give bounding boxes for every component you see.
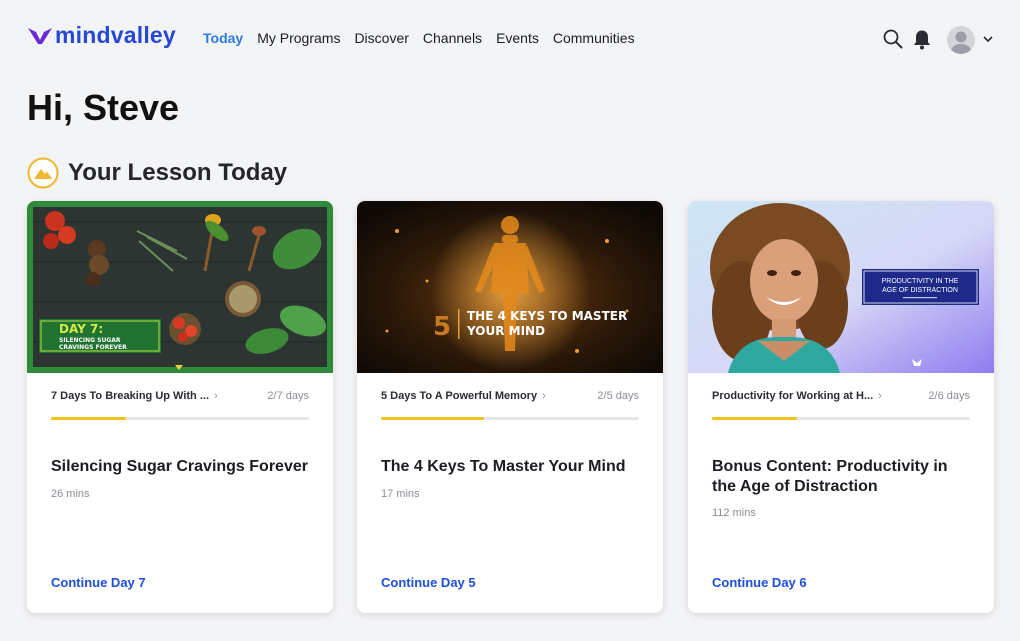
logo-mark-icon	[28, 27, 52, 44]
card-meta: Productivity for Working at H... › 2/6 da…	[712, 390, 970, 406]
search-icon[interactable]	[883, 29, 903, 49]
thumbnail-line-1: PRODUCTIVITY IN THE	[882, 278, 959, 285]
lesson-duration: 26 mins	[51, 488, 90, 500]
program-name: 5 Days To A Powerful Memory	[381, 390, 538, 402]
bell-icon[interactable]	[912, 29, 932, 50]
greeting-heading: Hi, Steve	[27, 87, 180, 128]
nav-item-channels[interactable]: Channels	[423, 30, 482, 46]
nav-item-today[interactable]: Today	[203, 30, 243, 46]
mountain-icon	[27, 157, 59, 189]
progress-fill	[381, 417, 485, 420]
continue-button[interactable]: Continue Day 7	[51, 575, 146, 590]
productivity-thumbnail-image: PRODUCTIVITY IN THE AGE OF DISTRACTION	[688, 201, 994, 373]
days-progress-text: 2/7 days	[267, 390, 309, 402]
nav-item-events[interactable]: Events	[496, 30, 539, 46]
chevron-down-icon[interactable]	[982, 34, 994, 44]
lesson-thumbnail[interactable]: PRODUCTIVITY IN THE AGE OF DISTRACTION	[688, 201, 994, 373]
lesson-duration: 112 mins	[712, 507, 756, 519]
continue-button[interactable]: Continue Day 5	[381, 575, 476, 590]
thumbnail-day-label: DAY 7:	[59, 322, 103, 336]
main-nav: Today My Programs Discover Channels Even…	[203, 30, 649, 46]
lesson-card-1[interactable]: DAY 7: SILENCING SUGAR CRAVINGS FOREVER …	[27, 201, 333, 613]
lesson-thumbnail[interactable]: 5 THE 4 KEYS TO MASTER YOUR MIND	[357, 201, 663, 373]
card-meta: 7 Days To Breaking Up With ... › 2/7 days	[51, 390, 309, 406]
lesson-title[interactable]: Silencing Sugar Cravings Forever	[51, 457, 313, 477]
lesson-card-3[interactable]: PRODUCTIVITY IN THE AGE OF DISTRACTION P…	[688, 201, 994, 613]
continue-button[interactable]: Continue Day 6	[712, 575, 807, 590]
top-navigation-bar: mindvalley Today My Programs Discover Ch…	[0, 0, 1020, 76]
thumbnail-line-2: AGE OF DISTRACTION	[882, 287, 958, 294]
lesson-card-2[interactable]: 5 THE 4 KEYS TO MASTER YOUR MIND 5 Days …	[357, 201, 663, 613]
days-progress-text: 2/5 days	[597, 390, 639, 402]
thumbnail-line-3: CRAVINGS FOREVER	[59, 344, 127, 351]
thumbnail-line-2: YOUR MIND	[466, 324, 545, 338]
food-thumbnail-image: DAY 7: SILENCING SUGAR CRAVINGS FOREVER	[27, 201, 333, 373]
nav-item-my-programs[interactable]: My Programs	[257, 30, 340, 46]
chevron-right-icon: ›	[214, 390, 218, 402]
lesson-title[interactable]: The 4 Keys To Master Your Mind	[381, 457, 643, 477]
program-link[interactable]: 5 Days To A Powerful Memory ›	[381, 390, 546, 402]
chevron-right-icon: ›	[542, 390, 546, 402]
progress-bar	[51, 417, 309, 420]
progress-bar	[381, 417, 639, 420]
program-name: Productivity for Working at H...	[712, 390, 874, 402]
memory-thumbnail-image: 5 THE 4 KEYS TO MASTER YOUR MIND	[357, 201, 663, 373]
program-name: 7 Days To Breaking Up With ...	[51, 390, 210, 402]
chevron-right-icon: ›	[878, 390, 882, 402]
avatar-person-icon	[950, 31, 972, 54]
lesson-thumbnail[interactable]: DAY 7: SILENCING SUGAR CRAVINGS FOREVER	[27, 201, 333, 373]
nav-item-communities[interactable]: Communities	[553, 30, 635, 46]
thumbnail-line-2: SILENCING SUGAR	[59, 337, 121, 344]
thumbnail-line-1: THE 4 KEYS TO MASTER	[467, 309, 627, 323]
progress-fill	[51, 417, 126, 420]
lesson-title[interactable]: Bonus Content: Productivity in the Age o…	[712, 457, 974, 497]
card-meta: 5 Days To A Powerful Memory › 2/5 days	[381, 390, 639, 406]
logo-text: mindvalley	[55, 22, 176, 48]
user-avatar[interactable]	[947, 26, 975, 54]
section-title: Your Lesson Today	[68, 159, 288, 186]
section-header: Your Lesson Today	[27, 157, 287, 189]
program-link[interactable]: Productivity for Working at H... ›	[712, 390, 882, 402]
progress-bar	[712, 417, 970, 420]
program-link[interactable]: 7 Days To Breaking Up With ... ›	[51, 390, 218, 402]
progress-fill	[712, 417, 798, 420]
lesson-duration: 17 mins	[381, 488, 420, 500]
mindvalley-logo[interactable]: mindvalley	[28, 22, 176, 49]
days-progress-text: 2/6 days	[928, 390, 970, 402]
thumbnail-number: 5	[433, 312, 451, 342]
nav-item-discover[interactable]: Discover	[354, 30, 408, 46]
